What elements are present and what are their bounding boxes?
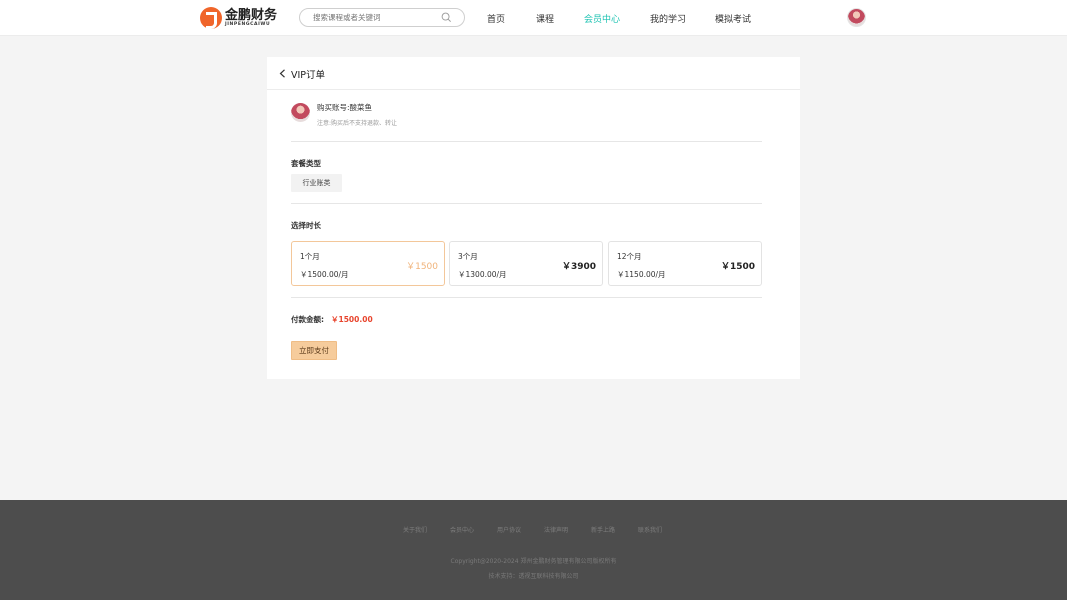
search-icon[interactable]	[441, 12, 452, 23]
option-unit-price: ￥1150.00/月	[617, 270, 666, 279]
footer-link-beginner[interactable]: 新手上路	[591, 525, 615, 534]
footer-link-contact[interactable]: 联系我们	[638, 525, 662, 534]
package-type-option[interactable]: 行业账类	[291, 174, 342, 192]
footer-copyright: Copyright@2020-2024 郑州金鹏财务管理有限公司版权所有	[450, 558, 617, 565]
duration-option-12-months[interactable]: 12个月 ￥1150.00/月 ￥1500	[608, 241, 762, 286]
nav-home[interactable]: 首页	[487, 12, 505, 25]
account-name: 购买账号:酸菜鱼	[317, 103, 373, 112]
divider	[291, 141, 762, 142]
vip-order-card: VIP订单 购买账号:酸菜鱼 注意:购买后不支持退款、转让 套餐类型 行业账类 …	[267, 57, 800, 379]
nav-member-center[interactable]: 会员中心	[584, 12, 620, 25]
divider	[291, 297, 762, 298]
nav-my-learning[interactable]: 我的学习	[650, 12, 686, 25]
footer-link-user-agreement[interactable]: 用户协议	[497, 525, 521, 534]
back-arrow-icon[interactable]	[279, 69, 286, 78]
duration-label: 选择时长	[291, 221, 321, 230]
account-avatar	[291, 103, 310, 122]
duration-option-1-month[interactable]: 1个月 ￥1500.00/月 ￥1500	[291, 241, 445, 286]
option-total-price: ￥3900	[561, 262, 596, 272]
duration-option-3-months[interactable]: 3个月 ￥1300.00/月 ￥3900	[449, 241, 603, 286]
top-header: 金鹏财务 JINPENGCAIWU 首页 课程 会员中心 我的学习 模拟考试	[0, 0, 1067, 36]
logo-text-en: JINPENGCAIWU	[225, 21, 271, 27]
nav-mock-exam[interactable]: 模拟考试	[715, 12, 751, 25]
search-input[interactable]	[313, 11, 433, 24]
option-name: 12个月	[617, 252, 642, 261]
footer-link-about[interactable]: 关于我们	[403, 525, 427, 534]
divider	[291, 203, 762, 204]
option-name: 3个月	[458, 252, 478, 261]
user-avatar[interactable]	[847, 8, 866, 27]
package-type-label: 套餐类型	[291, 159, 321, 168]
nav-courses[interactable]: 课程	[536, 12, 554, 25]
site-logo[interactable]: 金鹏财务 JINPENGCAIWU	[200, 6, 277, 30]
pay-now-button[interactable]: 立即支付	[291, 341, 337, 360]
search-box[interactable]	[299, 8, 465, 27]
option-name: 1个月	[300, 252, 320, 261]
card-header: VIP订单	[267, 57, 800, 90]
logo-text-cn: 金鹏财务	[225, 7, 278, 23]
logo-mark-icon	[200, 7, 222, 29]
option-total-price: ￥1500	[406, 262, 438, 272]
payment-amount-label: 付款金额:	[291, 315, 324, 324]
refund-notice: 注意:购买后不支持退款、转让	[317, 120, 398, 127]
footer-tech-support: 技术支持：透视互联科技有限公司	[488, 573, 579, 580]
option-unit-price: ￥1500.00/月	[300, 270, 349, 279]
option-total-price: ￥1500	[720, 262, 755, 272]
footer-link-member-center[interactable]: 会员中心	[450, 525, 474, 534]
footer-link-legal[interactable]: 法律声明	[544, 525, 568, 534]
page-title: VIP订单	[291, 70, 326, 81]
payment-amount-value: ￥1500.00	[331, 315, 373, 324]
option-unit-price: ￥1300.00/月	[458, 270, 507, 279]
site-footer: 关于我们 会员中心 用户协议 法律声明 新手上路 联系我们 Copyright@…	[0, 500, 1067, 600]
